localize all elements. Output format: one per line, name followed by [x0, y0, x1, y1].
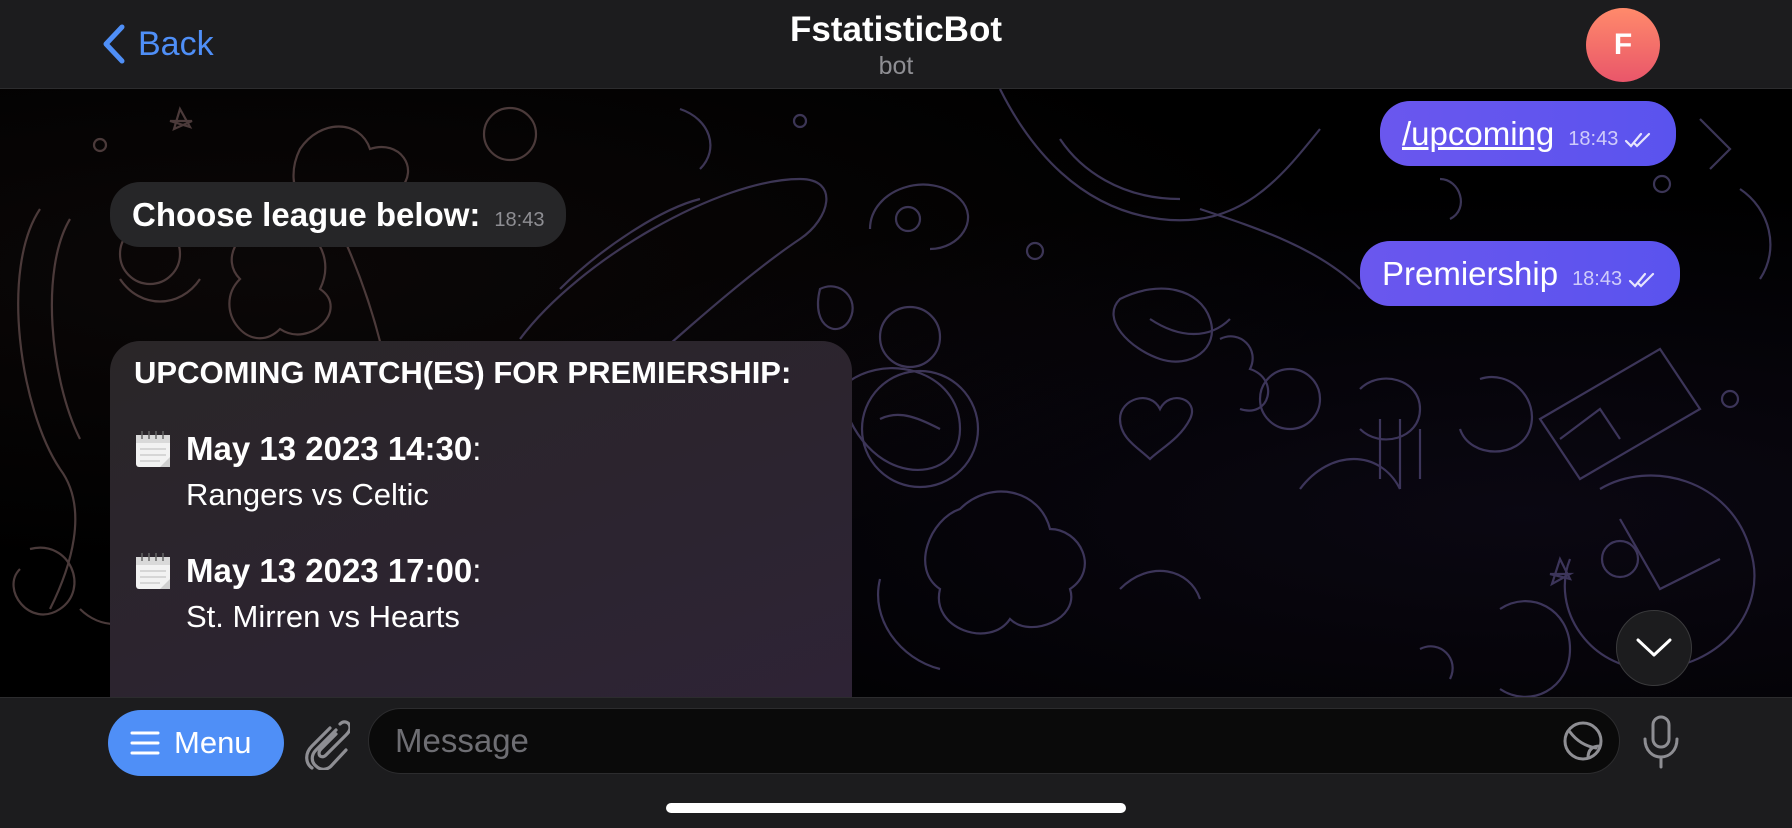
microphone-icon[interactable] [1638, 714, 1684, 770]
message-text: Choose league below: [132, 195, 481, 233]
match-date-suffix: : [472, 430, 482, 467]
chat-header: Back FstatisticBot bot F [0, 0, 1792, 89]
paperclip-icon[interactable] [302, 718, 350, 770]
chat-title: FstatisticBot [790, 10, 1002, 49]
chat-title-block[interactable]: FstatisticBot bot [0, 10, 1792, 81]
message-input[interactable] [368, 708, 1620, 774]
avatar-letter: F [1613, 28, 1633, 61]
message-time-text: 18:43 [1572, 268, 1623, 290]
sticker-icon[interactable] [1562, 720, 1604, 762]
message-composer: Menu [0, 697, 1792, 828]
double-check-icon [1629, 272, 1655, 288]
hamburger-icon [130, 731, 160, 755]
message-time: 18:43 [494, 209, 545, 231]
match-teams: Rangers vs Celtic [186, 477, 429, 512]
chevron-down-icon [1636, 638, 1672, 657]
chat-subtitle: bot [878, 52, 914, 80]
menu-label: Menu [174, 725, 252, 760]
outgoing-message-upcoming[interactable]: /upcoming 18:43 [1380, 101, 1677, 166]
upcoming-heading: UPCOMING MATCH(ES) FOR PREMIERSHIP: [134, 355, 792, 390]
scroll-to-bottom-button[interactable] [1616, 610, 1692, 686]
match-teams: St. Mirren vs Hearts [186, 599, 460, 634]
menu-button[interactable]: Menu [108, 710, 284, 776]
match-date-suffix: : [472, 552, 482, 589]
home-indicator[interactable] [666, 803, 1126, 813]
chat-area[interactable]: /upcoming 18:43 Choose league below: 18:… [0, 89, 1792, 697]
incoming-message-choose-league[interactable]: Choose league below: 18:43 [110, 182, 567, 247]
calendar-icon [136, 431, 170, 467]
double-check-icon [1625, 132, 1651, 148]
message-text: Premiership [1382, 254, 1559, 292]
incoming-message-upcoming-matches[interactable]: UPCOMING MATCH(ES) FOR PREMIERSHIP: May … [110, 341, 852, 697]
message-time: 18:43 [1572, 268, 1658, 291]
match-date-line: May 13 2023 17:00 : [134, 551, 828, 591]
match-date-line: May 13 2023 14:30 : [134, 429, 828, 469]
message-time-text: 18:43 [1568, 128, 1619, 150]
match-item: May 13 2023 14:30 : Rangers vs Celtic [134, 429, 828, 513]
match-item: May 13 2023 17:00 : St. Mirren vs Hearts [134, 551, 828, 635]
calendar-icon [136, 553, 170, 589]
match-date: May 13 2023 17:00 [186, 552, 473, 589]
outgoing-message-premiership[interactable]: Premiership 18:43 [1360, 241, 1681, 306]
command-link[interactable]: /upcoming [1402, 115, 1554, 153]
message-time: 18:43 [1568, 128, 1654, 151]
avatar[interactable]: F [1586, 8, 1660, 82]
match-date: May 13 2023 14:30 [186, 430, 473, 467]
